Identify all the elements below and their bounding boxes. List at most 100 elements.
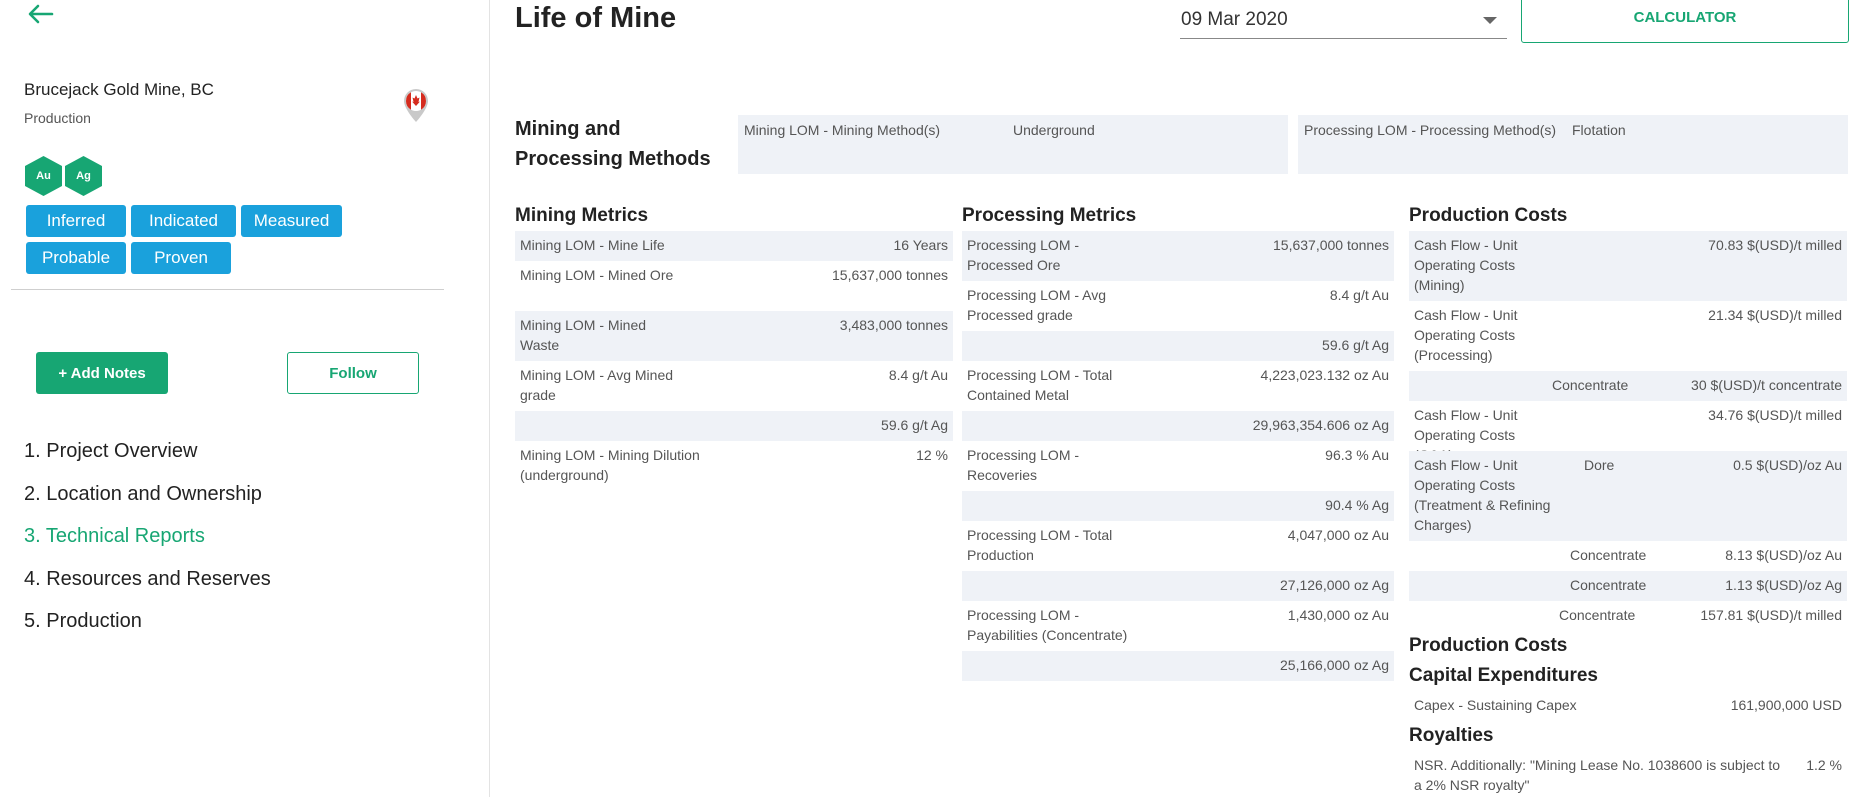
table-row: 29,963,354.606 oz Ag — [962, 411, 1394, 441]
row-label: Processing LOM - Total Contained Metal — [967, 367, 1113, 403]
row-value: 34.76 $(USD)/t milled — [1708, 407, 1842, 423]
nav-item-location-ownership[interactable]: 2. Location and Ownership — [24, 481, 271, 524]
back-arrow-icon[interactable] — [26, 2, 56, 26]
row-value: 27,126,000 oz Ag — [1280, 577, 1389, 593]
processing-method-value: Flotation — [1572, 122, 1626, 138]
mine-name: Brucejack Gold Mine, BC — [24, 80, 214, 99]
row-label: Processing LOM - Total Production — [967, 527, 1113, 563]
tag-probable[interactable]: Probable — [26, 242, 126, 274]
chevron-down-icon — [1483, 17, 1497, 24]
table-row: Processing LOM - Payabilities (Concentra… — [962, 601, 1394, 651]
table-row: Mining LOM - Mined Waste 3,483,000 tonne… — [515, 311, 953, 361]
processing-method-label: Processing LOM - Processing Method(s) — [1304, 122, 1557, 138]
nav-item-technical-reports[interactable]: 3. Technical Reports — [24, 523, 271, 566]
row-label: Mining LOM - Mined Ore — [520, 267, 674, 283]
row-value: 8.13 $(USD)/oz Au — [1725, 547, 1842, 563]
row-value: 8.4 g/t Au — [1329, 287, 1389, 303]
row-value: 29,963,354.606 oz Ag — [1252, 417, 1389, 433]
page-title: Life of Mine — [515, 2, 677, 34]
row-value: 96.3 % Au — [1325, 447, 1389, 463]
row-mid: Concentrate — [1559, 607, 1636, 623]
royalties-title: Royalties — [1409, 725, 1494, 746]
mining-method-label: Mining LOM - Mining Method(s) — [744, 122, 941, 138]
row-value: 3,483,000 tonnes — [839, 317, 948, 333]
row-value: 15,637,000 tonnes — [1273, 237, 1389, 253]
nav-item-production[interactable]: 5. Production — [24, 608, 271, 651]
row-value: 25,166,000 oz Ag — [1280, 657, 1389, 673]
row-value: 1,430,000 oz Au — [1287, 607, 1389, 623]
row-value: 1.13 $(USD)/oz Ag — [1725, 577, 1842, 593]
row-label: Cash Flow - Unit Operating Costs (Proces… — [1414, 307, 1518, 363]
tag-measured[interactable]: Measured — [241, 205, 342, 237]
table-row: Cash Flow - Unit Operating Costs (G&A) 3… — [1409, 401, 1847, 463]
date-select[interactable]: 09 Mar 2020 — [1180, 2, 1507, 39]
row-value: 59.6 g/t Ag — [1322, 337, 1389, 353]
nav-item-resources-reserves[interactable]: 4. Resources and Reserves — [24, 566, 271, 609]
date-select-value: 09 Mar 2020 — [1181, 9, 1288, 30]
table-row: Cash Flow - Unit Operating Costs (Mining… — [1409, 231, 1847, 301]
row-value: 12 % — [916, 447, 948, 463]
tag-inferred[interactable]: Inferred — [26, 205, 126, 237]
production-costs-subtitle: Production Costs — [1409, 635, 1568, 656]
row-label: Mining LOM - Avg Mined grade — [520, 367, 674, 403]
tag-indicated[interactable]: Indicated — [131, 205, 236, 237]
row-mid: Concentrate — [1570, 577, 1647, 593]
table-row: Capex - Sustaining Capex 161,900,000 USD — [1409, 691, 1847, 721]
row-value: 161,900,000 USD — [1730, 697, 1842, 713]
row-value: 15,637,000 tonnes — [832, 267, 948, 283]
row-mid: Concentrate — [1570, 547, 1647, 563]
table-row: 25,166,000 oz Ag — [962, 651, 1394, 681]
production-costs-section: Production Costs Cash Flow - Unit Operat… — [1409, 203, 1847, 797]
row-label: NSR. Additionally: "Mining Lease No. 103… — [1414, 757, 1781, 793]
commodity-badge-ag: Ag — [65, 156, 102, 196]
table-row: NSR. Additionally: "Mining Lease No. 103… — [1409, 751, 1847, 797]
row-label: Mining LOM - Mined Waste — [520, 317, 647, 353]
sidebar: Brucejack Gold Mine, BC Production Au Ag… — [0, 0, 490, 797]
production-costs-title: Production Costs — [1409, 205, 1568, 226]
mining-metrics-section: Mining Metrics Mining LOM - Mine Life 16… — [515, 203, 953, 491]
table-row: Concentrate 1.13 $(USD)/oz Ag — [1409, 571, 1847, 601]
table-row: Concentrate 157.81 $(USD)/t milled — [1409, 601, 1847, 631]
table-row: Cash Flow - Unit Operating Costs (Proces… — [1409, 301, 1847, 371]
row-value: 4,047,000 oz Au — [1287, 527, 1389, 543]
row-value: 1.2 % — [1806, 757, 1842, 773]
row-label: Processing LOM - Recoveries — [967, 447, 1080, 483]
add-notes-button[interactable]: + Add Notes — [36, 352, 168, 394]
table-row: Mining LOM - Mined Ore 15,637,000 tonnes — [515, 261, 953, 311]
row-value: 4,223,023.132 oz Au — [1260, 367, 1389, 383]
mining-metrics-title: Mining Metrics — [515, 205, 649, 226]
table-row: Processing LOM - Recoveries 96.3 % Au — [962, 441, 1394, 491]
table-row: Concentrate 8.13 $(USD)/oz Au — [1409, 541, 1847, 571]
row-mid: Concentrate — [1552, 377, 1629, 393]
row-label: Processing LOM - Avg Processed grade — [967, 287, 1107, 323]
processing-method-box: Processing LOM - Processing Method(s) Fl… — [1298, 115, 1848, 174]
row-value: 30 $(USD)/t concentrate — [1691, 377, 1842, 393]
section-nav: 1. Project Overview 2. Location and Owne… — [24, 438, 271, 651]
table-row: 59.6 g/t Ag — [515, 411, 953, 441]
row-label: Processing LOM - Payabilities (Concentra… — [967, 607, 1128, 643]
row-label: Processing LOM - Processed Ore — [967, 237, 1080, 273]
tag-proven[interactable]: Proven — [131, 242, 231, 274]
table-row: Processing LOM - Processed Ore 15,637,00… — [962, 231, 1394, 281]
calculator-button[interactable]: CALCULATOR — [1521, 0, 1849, 43]
row-label: Cash Flow - Unit Operating Costs (Treatm… — [1414, 457, 1551, 533]
row-label: Capex - Sustaining Capex — [1414, 697, 1577, 713]
table-row: 27,126,000 oz Ag — [962, 571, 1394, 601]
sidebar-divider — [11, 289, 444, 290]
table-row: Processing LOM - Avg Processed grade 8.4… — [962, 281, 1394, 331]
methods-title: Mining and Processing Methods — [515, 118, 711, 170]
row-value: 90.4 % Ag — [1325, 497, 1389, 513]
nav-item-project-overview[interactable]: 1. Project Overview — [24, 438, 271, 481]
row-value: 59.6 g/t Ag — [881, 417, 948, 433]
mining-method-value: Underground — [1013, 122, 1095, 138]
table-row: Mining LOM - Mining Dilution (undergroun… — [515, 441, 953, 491]
table-row: 59.6 g/t Ag — [962, 331, 1394, 361]
table-row: 90.4 % Ag — [962, 491, 1394, 521]
row-label: Mining LOM - Mine Life — [520, 237, 665, 253]
resource-tags: Inferred Indicated Measured Probable Pro… — [26, 205, 366, 274]
table-row: Processing LOM - Total Contained Metal 4… — [962, 361, 1394, 411]
processing-metrics-title: Processing Metrics — [962, 205, 1137, 226]
follow-button[interactable]: Follow — [287, 352, 419, 394]
capex-title: Capital Expenditures — [1409, 665, 1598, 686]
mining-method-box: Mining LOM - Mining Method(s) Undergroun… — [738, 115, 1288, 174]
